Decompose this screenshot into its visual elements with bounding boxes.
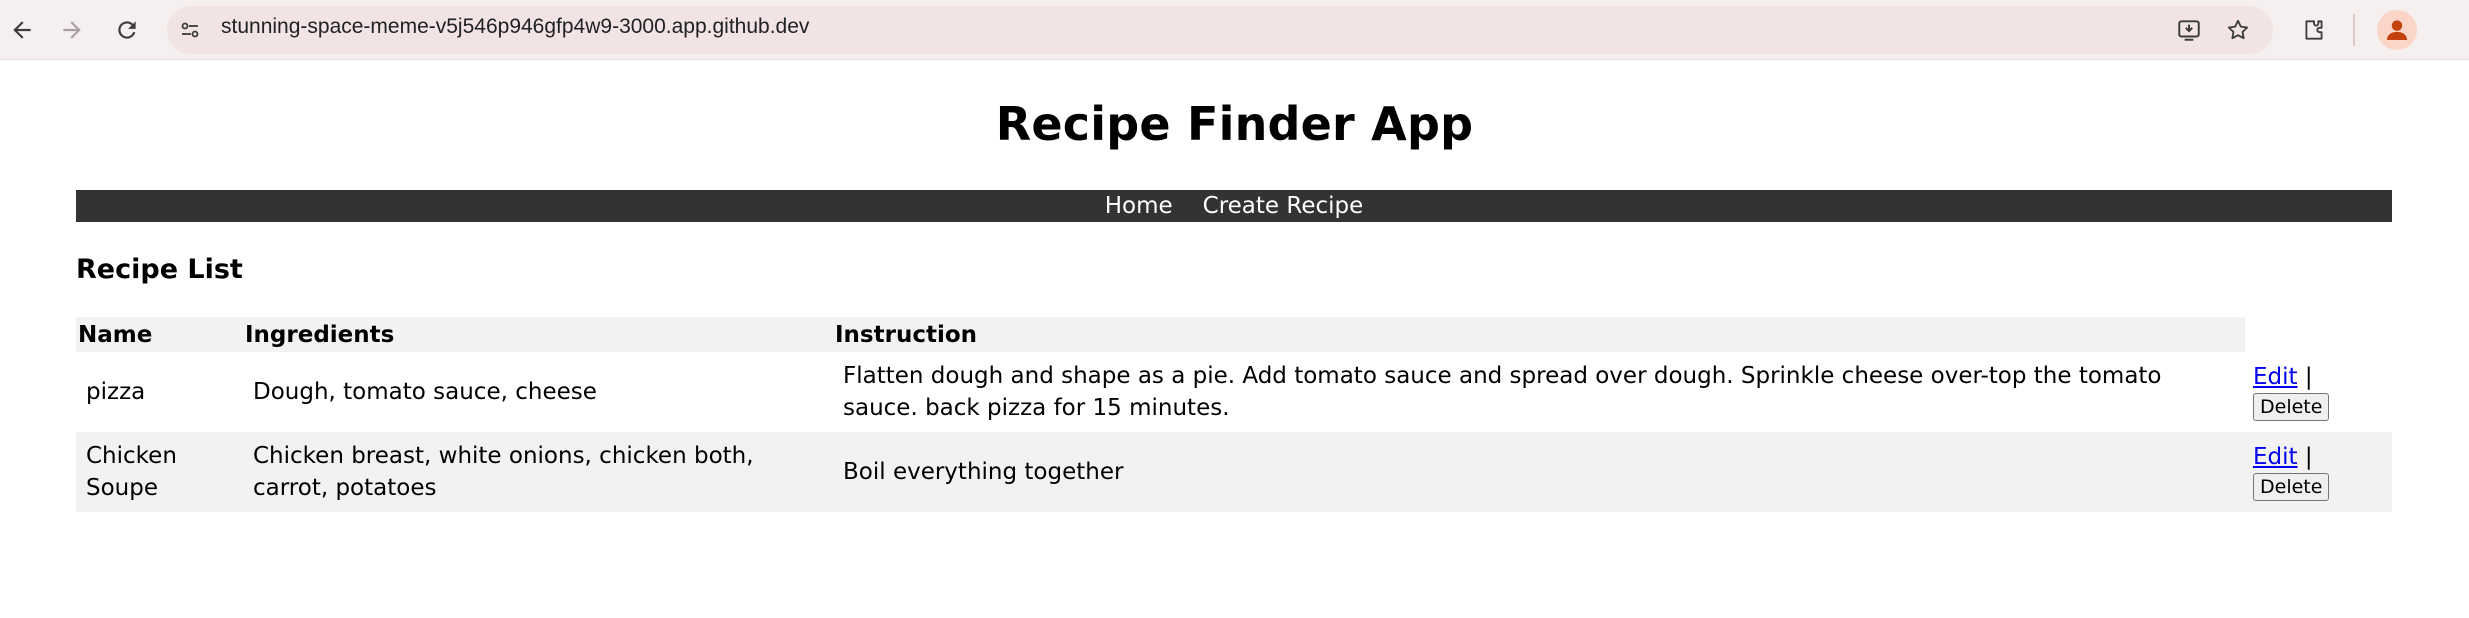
column-header-name: Name bbox=[76, 317, 243, 352]
forward-icon bbox=[63, 21, 81, 39]
profile-avatar-button[interactable] bbox=[2377, 10, 2417, 50]
column-header-actions bbox=[2245, 317, 2392, 352]
page-content: Recipe Finder App Home Create Recipe Rec… bbox=[0, 61, 2469, 618]
recipe-name-cell: pizza bbox=[76, 352, 243, 432]
toolbar-divider bbox=[2353, 14, 2355, 46]
column-header-instruction: Instruction bbox=[833, 317, 2245, 352]
forward-button[interactable] bbox=[50, 8, 94, 52]
table-row: pizza Dough, tomato sauce, cheese Flatte… bbox=[76, 352, 2392, 432]
recipe-instruction-cell: Flatten dough and shape as a pie. Add to… bbox=[833, 352, 2245, 432]
recipe-instruction-cell: Boil everything together bbox=[833, 432, 2245, 512]
back-button[interactable] bbox=[0, 8, 44, 52]
page-title: Recipe Finder App bbox=[995, 97, 1474, 151]
recipe-name-cell: Chicken Soupe bbox=[76, 432, 243, 512]
table-header-row: Name Ingredients Instruction bbox=[76, 317, 2392, 352]
nav-create-recipe-link[interactable]: Create Recipe bbox=[1203, 190, 1364, 222]
bookmark-button[interactable] bbox=[2216, 8, 2260, 52]
edit-recipe-link[interactable]: Edit bbox=[2253, 364, 2298, 390]
recipe-ingredients-cell: Dough, tomato sauce, cheese bbox=[243, 352, 833, 432]
recipe-actions-cell: Edit | Delete bbox=[2245, 432, 2392, 512]
install-app-button[interactable] bbox=[2167, 8, 2211, 52]
recipe-table: Name Ingredients Instruction pizza Dough… bbox=[76, 317, 2392, 512]
extensions-button[interactable] bbox=[2292, 8, 2336, 52]
back-icon bbox=[13, 21, 31, 39]
browser-toolbar: stunning-space-meme-v5j546p946gfp4w9-300… bbox=[0, 0, 2469, 60]
reload-button[interactable] bbox=[105, 8, 149, 52]
delete-recipe-button[interactable]: Delete bbox=[2253, 473, 2330, 501]
column-header-ingredients: Ingredients bbox=[243, 317, 833, 352]
install-app-icon bbox=[2178, 20, 2200, 41]
site-info-button[interactable] bbox=[172, 12, 208, 48]
bookmark-star-icon bbox=[2227, 19, 2249, 40]
recipe-actions-cell: Edit | Delete bbox=[2245, 352, 2392, 432]
site-info-icon bbox=[181, 22, 199, 38]
reload-icon bbox=[118, 21, 136, 39]
profile-avatar-icon bbox=[2387, 20, 2407, 40]
recipe-list-heading: Recipe List bbox=[76, 254, 243, 285]
main-navbar: Home Create Recipe bbox=[76, 190, 2392, 222]
delete-recipe-button[interactable]: Delete bbox=[2253, 393, 2330, 421]
url-text[interactable]: stunning-space-meme-v5j546p946gfp4w9-300… bbox=[221, 15, 809, 39]
action-separator: | bbox=[2304, 444, 2313, 470]
action-separator: | bbox=[2304, 364, 2313, 390]
nav-home-link[interactable]: Home bbox=[1105, 190, 1173, 222]
edit-recipe-link[interactable]: Edit bbox=[2253, 444, 2298, 470]
recipe-ingredients-cell: Chicken breast, white onions, chicken bo… bbox=[243, 432, 833, 512]
table-row: Chicken Soupe Chicken breast, white onio… bbox=[76, 432, 2392, 512]
extensions-icon bbox=[2305, 20, 2323, 40]
